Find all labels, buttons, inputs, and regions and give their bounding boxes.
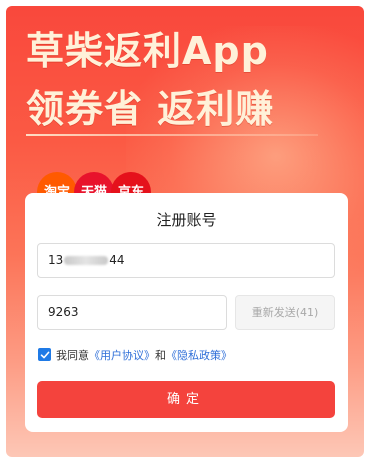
register-card: 注册账号 13 44 9263 重新发送(41) 我同意 《用户协议》 和 《隐私… bbox=[25, 193, 348, 432]
headline-divider bbox=[26, 134, 318, 136]
phone-input[interactable]: 13 44 bbox=[37, 243, 335, 278]
and-text: 和 bbox=[155, 348, 166, 362]
headline-slogan: 领券省 返利赚 bbox=[26, 87, 275, 131]
headline-app-name: 草柴返利App bbox=[26, 29, 269, 73]
confirm-button[interactable]: 确定 bbox=[37, 381, 335, 418]
check-icon bbox=[40, 351, 49, 358]
agreement-row: 我同意 《用户协议》 和 《隐私政策》 bbox=[38, 347, 232, 362]
app-window: 草柴返利App 领券省 返利赚 淘宝 天猫 京东 注册账号 1344 9263 … bbox=[0, 0, 370, 462]
agreement-checkbox[interactable] bbox=[38, 348, 51, 361]
phone-suffix: 44 bbox=[109, 253, 125, 267]
agree-prefix-text: 我同意 bbox=[56, 348, 89, 362]
register-title: 注册账号 bbox=[156, 211, 217, 229]
phone-prefix: 13 bbox=[48, 253, 64, 267]
resend-code-button[interactable]: 重新发送(41) bbox=[235, 295, 335, 330]
phone-masked-digits bbox=[64, 256, 109, 265]
privacy-policy-link[interactable]: 《隐私政策》 bbox=[166, 347, 232, 363]
verification-code-input[interactable]: 9263 bbox=[37, 295, 227, 330]
user-agreement-link[interactable]: 《用户协议》 bbox=[89, 347, 155, 363]
